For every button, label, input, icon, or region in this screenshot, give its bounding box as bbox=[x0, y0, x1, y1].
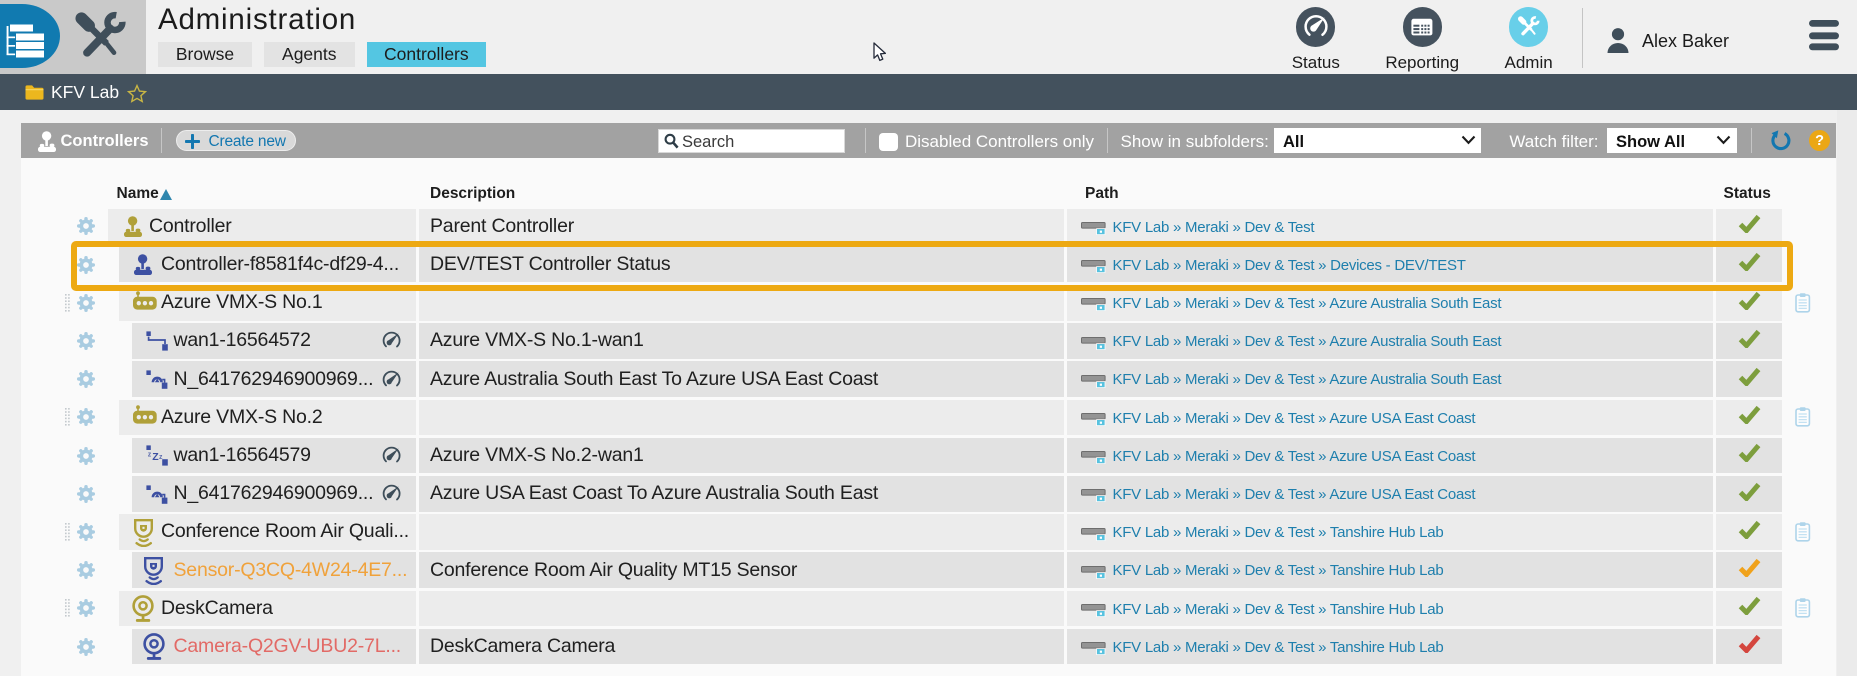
svg-text:z: z bbox=[159, 454, 163, 461]
svg-text:z: z bbox=[147, 451, 151, 458]
